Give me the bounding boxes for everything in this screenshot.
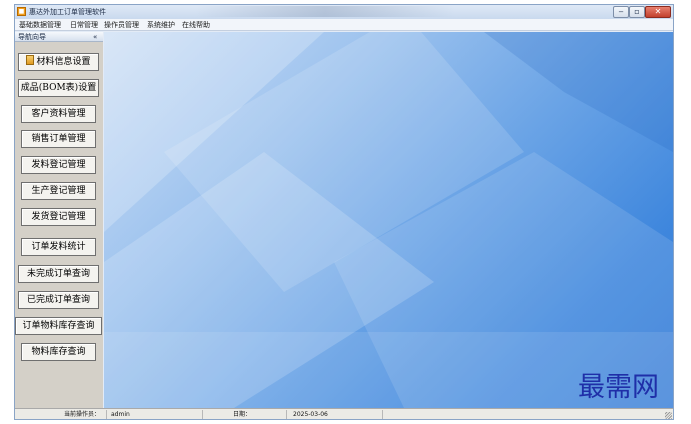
nav-sales-order[interactable]: 销售订单管理 [21,130,96,148]
main-workspace [104,32,673,408]
navigation-panel: 导航向导 « 材料信息设置 成品(BOM表)设置 客户资料管理 销售订单管理 发… [15,32,103,408]
maximize-button[interactable]: ▫ [629,6,645,18]
menu-help[interactable]: 在线帮助 [182,19,210,31]
nav-label: 发料登记管理 [31,160,86,170]
menu-bar: 基础数据管理 日常管理 操作员管理 系统维护 在线帮助 [15,19,673,31]
nav-shipment[interactable]: 发货登记管理 [21,208,96,226]
window-title: 惠达外加工订单管理软件 [29,8,106,16]
status-bar: 当前操作员： admin 日期： 2025-03-06 [15,408,673,419]
menu-daily[interactable]: 日常管理 [70,19,98,31]
navigation-list: 材料信息设置 成品(BOM表)设置 客户资料管理 销售订单管理 发料登记管理 生… [15,42,103,408]
nav-label: 发货登记管理 [31,212,86,222]
nav-material-stock[interactable]: 物料库存查询 [21,343,96,361]
nav-label: 未完成订单查询 [26,269,90,279]
nav-label: 生产登记管理 [31,186,86,196]
nav-label: 材料信息设置 [36,57,91,67]
nav-order-stats[interactable]: 订单发料统计 [21,238,96,256]
nav-label: 成品(BOM表)设置 [20,83,97,93]
nav-label: 订单物料库存查询 [22,321,95,331]
resize-grip-icon[interactable] [665,412,672,419]
nav-label: 客户资料管理 [31,109,86,119]
nav-label: 销售订单管理 [31,134,86,144]
nav-completed-orders[interactable]: 已完成订单查询 [18,291,99,309]
close-button[interactable]: ✕ [645,6,671,18]
nav-label: 订单发料统计 [31,242,86,252]
menu-system[interactable]: 系统维护 [147,19,175,31]
title-bar-shadow [195,6,455,17]
nav-production[interactable]: 生产登记管理 [21,182,96,200]
nav-label: 已完成订单查询 [26,295,90,305]
watermark: 最需网 [578,372,659,403]
nav-order-stock[interactable]: 订单物料库存查询 [15,317,102,335]
nav-material-issue[interactable]: 发料登记管理 [21,156,96,174]
menu-operator[interactable]: 操作员管理 [104,19,139,31]
navigation-header: 导航向导 « [15,32,103,42]
background-pattern [104,32,673,408]
app-window: ■ 惠达外加工订单管理软件 ‒ ▫ ✕ 基础数据管理 日常管理 操作员管理 系统… [14,4,674,420]
nav-material-info[interactable]: 材料信息设置 [18,53,99,71]
operator-value: admin [107,410,203,419]
collapse-icon[interactable]: « [93,32,97,42]
minimize-button[interactable]: ‒ [613,6,629,18]
menu-basic-data[interactable]: 基础数据管理 [19,19,61,31]
nav-pending-orders[interactable]: 未完成订单查询 [18,265,99,283]
nav-label: 物料库存查询 [31,347,86,357]
title-bar[interactable]: ■ 惠达外加工订单管理软件 ‒ ▫ ✕ [15,5,673,19]
date-label: 日期： [203,410,287,419]
operator-label: 当前操作员： [15,410,107,419]
date-value: 2025-03-06 [287,410,383,419]
navigation-title: 导航向导 [18,33,46,41]
document-icon [26,55,35,65]
nav-customer[interactable]: 客户资料管理 [21,105,96,123]
app-icon: ■ [17,7,26,16]
nav-bom-settings[interactable]: 成品(BOM表)设置 [18,79,99,97]
